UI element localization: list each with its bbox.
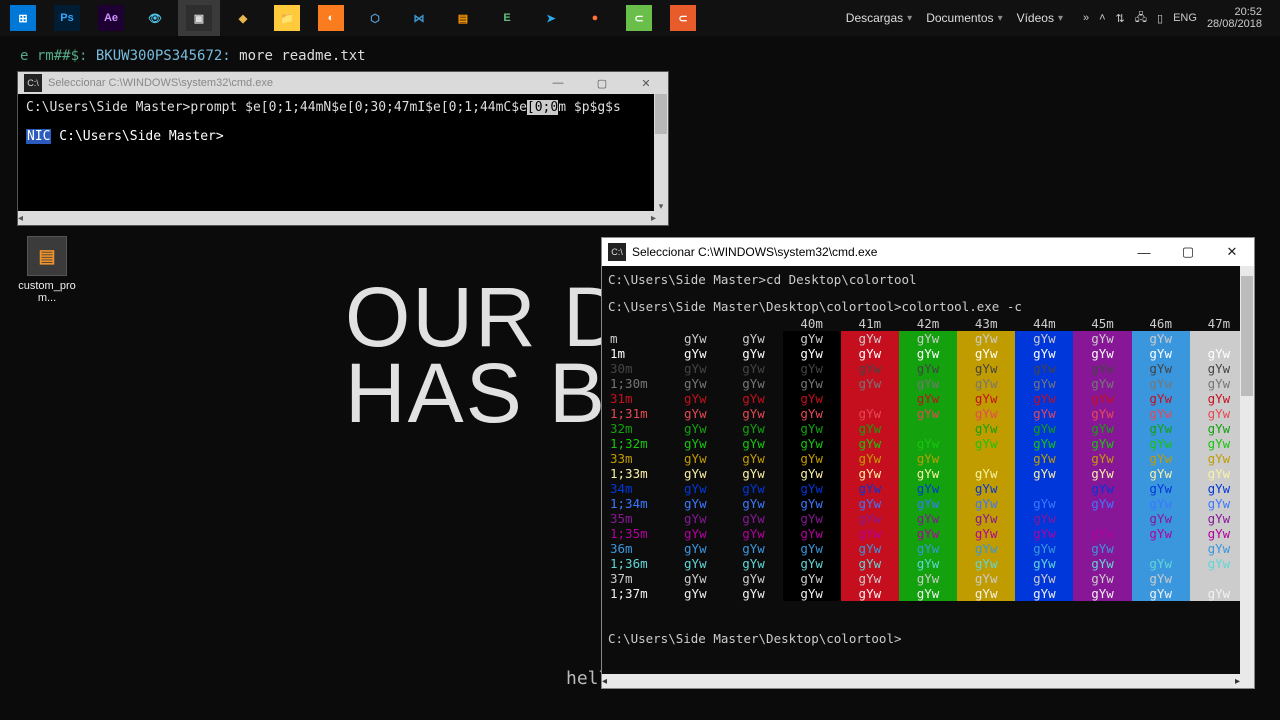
clock-date: 28/08/2018	[1207, 18, 1262, 30]
win2-cmd2: C:\Users\Side Master\Desktop\colortool>c…	[608, 299, 1248, 314]
colortool-row: 1mgYwgYwgYwgYwgYwgYwgYwgYwgYwgYw	[608, 346, 1248, 361]
win2-close-button[interactable]: ✕	[1210, 238, 1254, 266]
win2-vscroll-thumb[interactable]	[1241, 276, 1253, 396]
win1-selection: [0;0	[527, 100, 558, 115]
win2-scroll-corner	[1240, 674, 1254, 688]
cube-icon[interactable]: ⬡	[354, 0, 396, 36]
cmd-window-active[interactable]: C:\ Seleccionar C:\WINDOWS\system32\cmd.…	[601, 237, 1255, 689]
tray-wifi-icon[interactable]: ⇅	[1116, 12, 1125, 25]
taskbar-tray: » ˄ ⇅ 🖧 ▯ ENG 20:52 28/08/2018	[1073, 6, 1278, 30]
cmd-window-inactive[interactable]: C:\ Seleccionar C:\WINDOWS\system32\cmd.…	[17, 71, 669, 226]
vscode-icon[interactable]: ⋈	[398, 0, 440, 36]
taskbar-apps: ⊞PsAe👁▣◆📁◐⬡⋈▤E➤●⊂⊂	[2, 0, 704, 36]
colortool-row: 1;34mgYwgYwgYwgYwgYwgYwgYwgYwgYwgYw	[608, 496, 1248, 511]
chevrons-icon[interactable]: »	[1083, 12, 1089, 24]
win2-maximize-button[interactable]: ▢	[1166, 238, 1210, 266]
win2-titlebar[interactable]: C:\ Seleccionar C:\WINDOWS\system32\cmd.…	[602, 238, 1254, 266]
win1-line1: C:\Users\Side Master>prompt $e[0;1;44mN$…	[26, 100, 660, 115]
colortool-row: 35mgYwgYwgYwgYwgYwgYwgYwgYwgYwgYw	[608, 511, 1248, 526]
scroll-left-icon[interactable]: ◂	[602, 676, 607, 687]
tray-up-icon[interactable]: ˄	[1099, 12, 1105, 24]
win1-vscrollbar[interactable]: ▴ ▾	[654, 94, 668, 211]
sublime-file-icon: ▤	[27, 236, 67, 276]
win2-hscrollbar[interactable]: ◂ ▸	[602, 674, 1240, 688]
prompt-nic: NIC	[26, 129, 51, 144]
cmd-title-icon: C:\	[24, 74, 42, 92]
eye-icon[interactable]: 👁	[134, 0, 176, 36]
colortool-row: 31mgYwgYwgYwgYwgYwgYwgYwgYwgYwgYw	[608, 391, 1248, 406]
win1-body[interactable]: C:\Users\Side Master>prompt $e[0;1;44mN$…	[18, 94, 668, 207]
colortool-row: 32mgYwgYwgYwgYwgYwgYwgYwgYwgYwgYw	[608, 421, 1248, 436]
tray-lang[interactable]: ENG	[1173, 12, 1197, 24]
colortool-row: 1;33mgYwgYwgYwgYwgYwgYwgYwgYwgYwgYw	[608, 466, 1248, 481]
desktop-file-custom-prom[interactable]: ▤ custom_prom...	[12, 236, 82, 304]
colortool-row: 1;36mgYwgYwgYwgYwgYwgYwgYwgYwgYwgYw	[608, 556, 1248, 571]
telegram-icon[interactable]: ➤	[530, 0, 572, 36]
win2-body[interactable]: C:\Users\Side Master>cd Desktop\colortoo…	[602, 266, 1254, 674]
win2-minimize-button[interactable]: —	[1122, 238, 1166, 266]
taskbar-folder-documentos[interactable]: Documentos▾	[926, 11, 1002, 25]
taskbar-folder-descargas[interactable]: Descargas▾	[846, 11, 912, 25]
colortool-row: 33mgYwgYwgYwgYwgYwgYwgYwgYwgYwgYw	[608, 451, 1248, 466]
win1-hscrollbar[interactable]: ◂ ▸	[18, 211, 656, 225]
firefox-icon[interactable]: ●	[574, 0, 616, 36]
win1-scroll-corner	[656, 211, 668, 225]
win2-cmd1: C:\Users\Side Master>cd Desktop\colortoo…	[608, 272, 1248, 287]
win1-title: Seleccionar C:\WINDOWS\system32\cmd.exe	[48, 77, 536, 89]
win2-vscrollbar[interactable]	[1240, 266, 1254, 674]
explorer-icon[interactable]: 📁	[266, 0, 308, 36]
tray-net-icon[interactable]: 🖧	[1135, 9, 1147, 28]
xampp-icon[interactable]: ◐	[310, 0, 352, 36]
aftereffects-icon[interactable]: Ae	[90, 0, 132, 36]
colortool-grid: 40m41m42m43m44m45m46m47mmgYwgYwgYwgYwgYw…	[608, 316, 1248, 601]
taskbar-folder-vídeos[interactable]: Vídeos▾	[1017, 11, 1063, 25]
colortool-row: 34mgYwgYwgYwgYwgYwgYwgYwgYwgYwgYw	[608, 481, 1248, 496]
win1-vscroll-thumb[interactable]	[655, 94, 667, 134]
colortool-row: 37mgYwgYwgYwgYwgYwgYwgYwgYwgYwgYw	[608, 571, 1248, 586]
win1-minimize-button[interactable]: —	[536, 77, 580, 89]
cmd-title-icon: C:\	[608, 243, 626, 261]
photoshop-icon[interactable]: Ps	[46, 0, 88, 36]
taskbar-folders: Descargas▾ Documentos▾ Vídeos▾	[846, 11, 1073, 25]
tray-batt-icon[interactable]: ▯	[1157, 12, 1163, 25]
taskbar: ⊞PsAe👁▣◆📁◐⬡⋈▤E➤●⊂⊂ Descargas▾Documentos▾…	[0, 0, 1280, 36]
colortool-row: 1;37mgYwgYwgYwgYwgYwgYwgYwgYwgYwgYw	[608, 586, 1248, 601]
cmd-icon[interactable]: ▣	[178, 0, 220, 36]
start-icon[interactable]: ⊞	[2, 0, 44, 36]
bg-term-cmd: more readme.txt	[239, 48, 365, 64]
colortool-row: mgYwgYwgYwgYwgYwgYwgYwgYwgYwgYw	[608, 331, 1248, 346]
e-icon[interactable]: E	[486, 0, 528, 36]
win1-titlebar[interactable]: C:\ Seleccionar C:\WINDOWS\system32\cmd.…	[18, 72, 668, 94]
colortool-row: 1;32mgYwgYwgYwgYwgYwgYwgYwgYwgYwgYw	[608, 436, 1248, 451]
background-terminal-line: e rm##$: BKUW300PS345672: more readme.tx…	[20, 48, 366, 64]
camtasia1-icon[interactable]: ⊂	[618, 0, 660, 36]
win2-prompt: C:\Users\Side Master\Desktop\colortool>	[608, 631, 1248, 646]
colortool-row: 1;30mgYwgYwgYwgYwgYwgYwgYwgYwgYwgYw	[608, 376, 1248, 391]
win1-close-button[interactable]: ✕	[624, 77, 668, 90]
camtasia2-icon[interactable]: ⊂	[662, 0, 704, 36]
scroll-left-icon[interactable]: ◂	[18, 213, 23, 224]
taskbar-clock[interactable]: 20:52 28/08/2018	[1207, 6, 1268, 30]
diamond-icon[interactable]: ◆	[222, 0, 264, 36]
win1-maximize-button[interactable]: ▢	[580, 77, 624, 90]
colortool-row: 1;31mgYwgYwgYwgYwgYwgYwgYwgYwgYwgYw	[608, 406, 1248, 421]
clock-time: 20:52	[1234, 6, 1262, 18]
colortool-row: 36mgYwgYwgYwgYwgYwgYwgYwgYwgYwgYw	[608, 541, 1248, 556]
win2-title: Seleccionar C:\WINDOWS\system32\cmd.exe	[632, 245, 1122, 259]
desktop-file-label: custom_prom...	[12, 280, 82, 304]
colortool-row: 1;35mgYwgYwgYwgYwgYwgYwgYwgYwgYwgYw	[608, 526, 1248, 541]
win1-line2: NIC C:\Users\Side Master>	[26, 129, 660, 144]
bg-term-host: e rm##$:	[20, 48, 87, 64]
sublime-icon[interactable]: ▤	[442, 0, 484, 36]
colortool-row: 30mgYwgYwgYwgYwgYwgYwgYwgYwgYwgYw	[608, 361, 1248, 376]
bg-term-code: BKUW300PS345672:	[96, 48, 231, 64]
colortool-header: 40m41m42m43m44m45m46m47m	[608, 316, 1248, 331]
